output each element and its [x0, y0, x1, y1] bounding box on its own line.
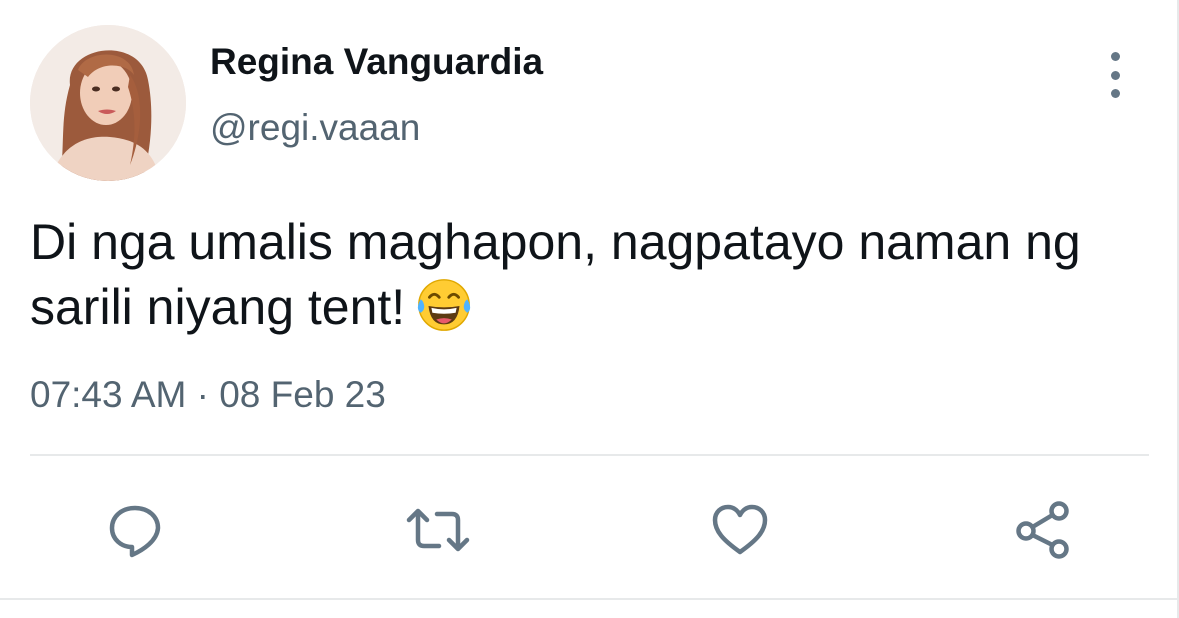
heart-icon — [712, 504, 768, 555]
more-dot — [1110, 89, 1120, 98]
more-dot — [1110, 70, 1120, 80]
speech-bubble-icon — [109, 505, 161, 558]
more-options-button[interactable] — [1097, 52, 1133, 98]
action-bar — [0, 490, 1179, 570]
more-dot — [1110, 52, 1120, 61]
like-button[interactable] — [705, 495, 775, 565]
retweet-icon — [406, 508, 470, 552]
face-with-tears-of-joy-icon — [418, 279, 471, 331]
avatar-image — [30, 25, 186, 181]
author-display-name[interactable]: Regina Vanguardia — [210, 40, 543, 84]
tweet-card: Regina Vanguardia @regi.vaaan Di nga uma… — [0, 0, 1179, 618]
bottom-divider — [0, 598, 1179, 600]
reply-button[interactable] — [100, 495, 170, 565]
tweet-timestamp: 07:43 AM · 08 Feb 23 — [30, 374, 386, 415]
avatar[interactable] — [30, 25, 186, 181]
share-icon — [1016, 501, 1069, 559]
retweet-button[interactable] — [403, 495, 473, 565]
divider — [30, 454, 1149, 456]
tweet-text: Di nga umalis maghapon, nagpatayo naman … — [30, 210, 1160, 339]
share-button[interactable] — [1008, 495, 1078, 565]
author-handle[interactable]: @regi.vaaan — [210, 106, 420, 150]
tweet-body: Di nga umalis maghapon, nagpatayo naman … — [30, 214, 1081, 335]
